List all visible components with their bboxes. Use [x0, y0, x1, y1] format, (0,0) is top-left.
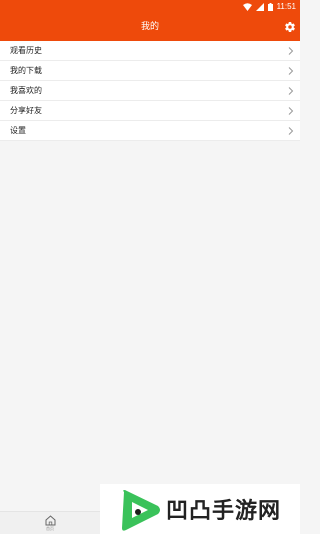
app-bar: 我的: [0, 14, 300, 41]
chevron-right-icon: [288, 127, 294, 135]
chevron-right-icon: [288, 107, 294, 115]
chevron-right-icon: [288, 47, 294, 55]
menu-item-label: 我的下载: [10, 66, 42, 75]
settings-button[interactable]: [284, 21, 296, 33]
battery-icon: [267, 3, 273, 11]
play-logo-icon: [120, 488, 162, 532]
chevron-right-icon: [288, 87, 294, 95]
gear-icon: [284, 21, 296, 33]
signal-icon: [255, 3, 264, 11]
menu-item-label: 设置: [10, 126, 26, 135]
status-bar: 11:51: [0, 0, 300, 14]
menu-item-label: 观看历史: [10, 46, 42, 55]
chevron-right-icon: [288, 67, 294, 75]
menu-item-share-friends[interactable]: 分享好友: [0, 101, 300, 121]
menu-item-watch-history[interactable]: 观看历史: [0, 41, 300, 61]
home-icon: [40, 515, 60, 526]
nav-home-label: 首页: [46, 526, 54, 531]
watermark: 凹凸手游网: [100, 484, 300, 534]
page-title: 我的: [140, 22, 159, 32]
menu-item-settings[interactable]: 设置: [0, 121, 300, 141]
wifi-icon: [242, 3, 252, 11]
nav-home-tab[interactable]: 首页: [40, 515, 60, 533]
bottom-nav: 首页: [0, 511, 100, 534]
watermark-text: 凹凸手游网: [166, 499, 282, 524]
menu-item-my-downloads[interactable]: 我的下载: [0, 61, 300, 81]
menu-list: 观看历史 我的下载 我喜欢的 分享好友 设置: [0, 41, 300, 141]
status-icons: 11:51: [242, 2, 296, 12]
menu-item-label: 我喜欢的: [10, 86, 42, 95]
status-time: 11:51: [276, 2, 296, 11]
menu-item-my-favorites[interactable]: 我喜欢的: [0, 81, 300, 101]
menu-item-label: 分享好友: [10, 106, 42, 115]
